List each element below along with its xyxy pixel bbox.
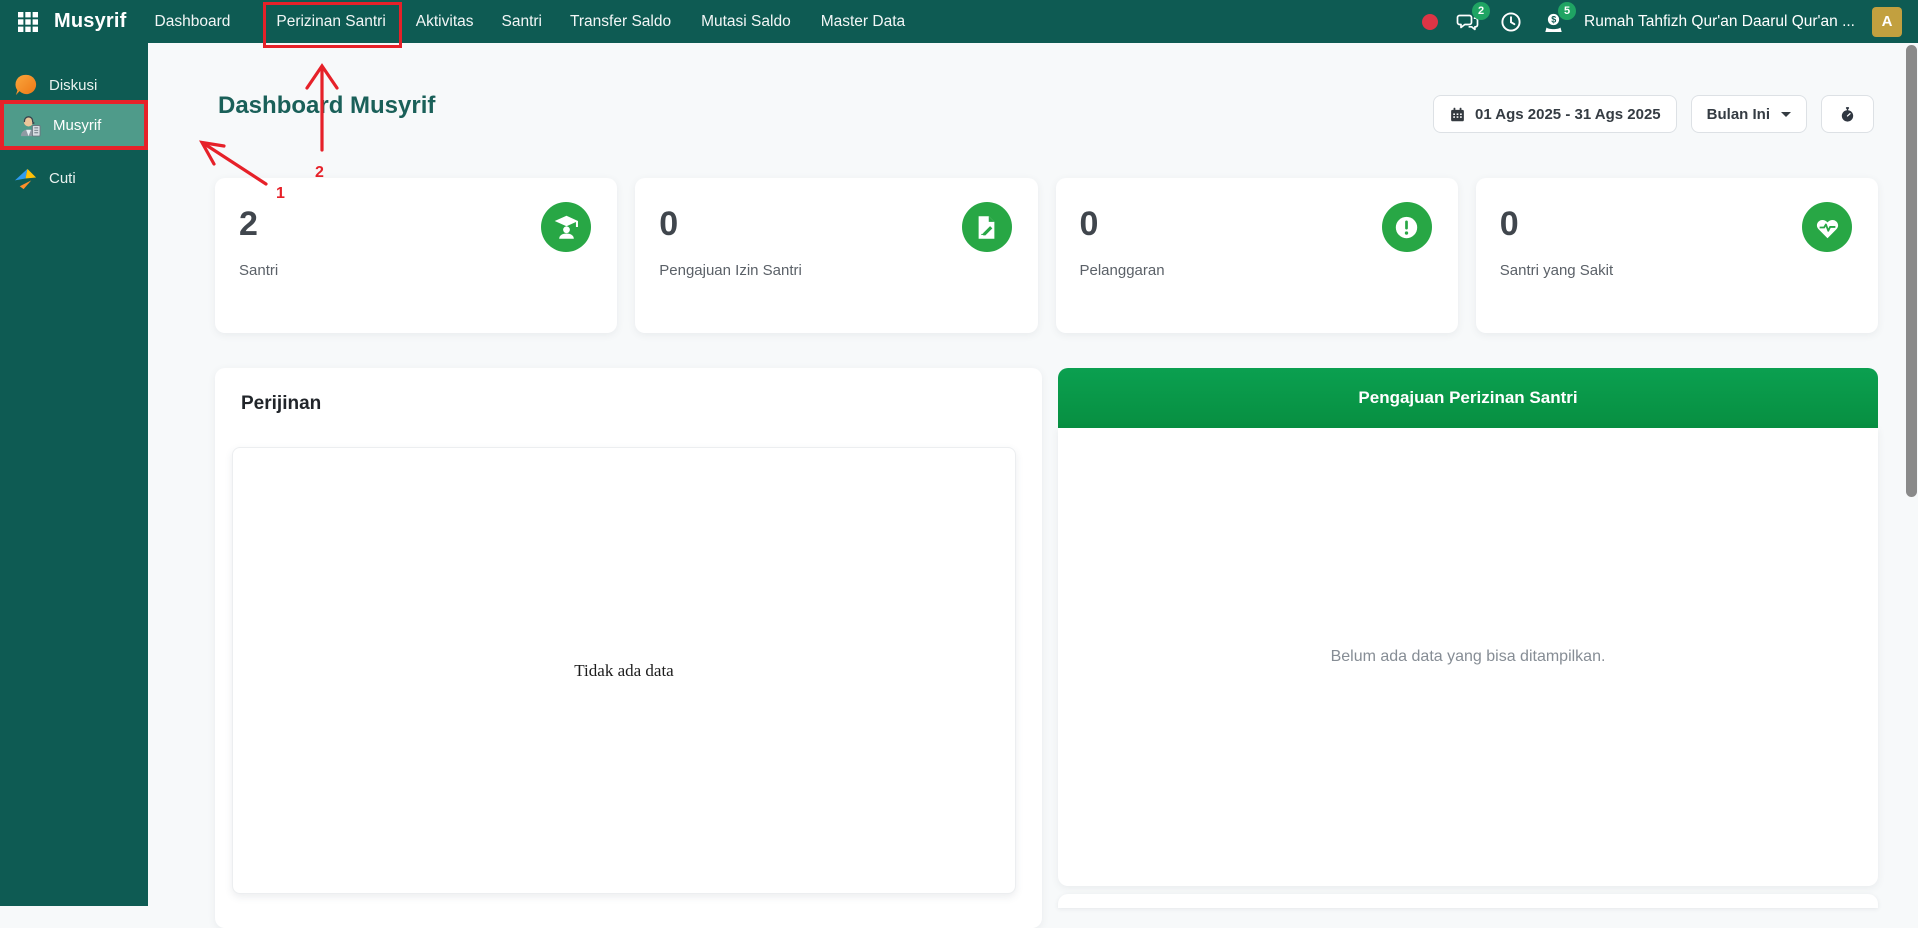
clock-icon	[1499, 10, 1523, 34]
period-dropdown[interactable]: Bulan Ini	[1691, 95, 1807, 133]
graduate-icon	[541, 202, 591, 252]
sidebar: Diskusi Musyrif Cuti	[0, 43, 148, 906]
musyrif-icon	[17, 113, 42, 138]
nav-item-perizinan-santri-label: Perizinan Santri	[276, 13, 385, 30]
stopwatch-icon	[1839, 106, 1856, 123]
apps-grid-icon[interactable]	[18, 12, 38, 32]
stat-card-santri-sakit: 0 Santri yang Sakit	[1476, 178, 1878, 333]
stats-row: 2 Santri 0 Pengajuan Izin Santri 0 Pelan…	[215, 178, 1878, 333]
nav-item-dashboard[interactable]: Dashboard	[155, 13, 231, 31]
pengajuan-panel: Pengajuan Perizinan Santri Belum ada dat…	[1058, 368, 1878, 886]
stat-value: 0	[1500, 206, 1854, 243]
status-red-dot-indicator[interactable]	[1422, 14, 1438, 30]
stat-label: Pelanggaran	[1080, 262, 1434, 279]
nav-item-mutasi-saldo[interactable]: Mutasi Saldo	[701, 13, 791, 31]
stat-value: 2	[239, 206, 593, 243]
pengajuan-panel-body: Belum ada data yang bisa ditampilkan.	[1058, 428, 1878, 886]
page-title: Dashboard Musyrif	[218, 92, 435, 120]
nav-item-aktivitas[interactable]: Aktivitas	[416, 13, 474, 31]
period-label: Bulan Ini	[1707, 106, 1770, 123]
date-range-label: 01 Ags 2025 - 31 Ags 2025	[1475, 106, 1661, 123]
chat-badge: 2	[1472, 2, 1490, 20]
health-icon	[1802, 202, 1852, 252]
brand-title[interactable]: Musyrif	[54, 10, 127, 33]
permit-icon	[962, 202, 1012, 252]
chevron-down-icon	[1781, 112, 1791, 117]
sidebar-item-musyrif-label: Musyrif	[53, 117, 101, 134]
pengajuan-empty-text: Belum ada data yang bisa ditampilkan.	[1331, 648, 1606, 666]
sidebar-item-musyrif[interactable]: Musyrif	[0, 100, 148, 150]
realtime-button[interactable]	[1821, 95, 1874, 133]
navbar-right-cluster: 2 $ 5 Rumah Tahfizh Qur'an Daarul Qur'an…	[1422, 7, 1902, 37]
vertical-scrollbar-thumb[interactable]	[1906, 45, 1917, 497]
calendar-icon	[1449, 106, 1466, 123]
stat-label: Santri	[239, 262, 593, 279]
nav-item-perizinan-santri[interactable]: Perizinan Santri	[276, 13, 385, 31]
perijinan-chart-area: Tidak ada data	[232, 447, 1016, 894]
stat-value: 0	[659, 206, 1013, 243]
annotation-arrowhead-1	[202, 143, 224, 165]
nav-item-master-data[interactable]: Master Data	[821, 13, 905, 31]
top-navbar: Musyrif Dashboard Perizinan Santri Aktiv…	[0, 0, 1918, 43]
perijinan-panel: Perijinan Tidak ada data	[215, 368, 1042, 928]
avatar[interactable]: A	[1872, 7, 1902, 37]
cuti-icon	[13, 166, 38, 191]
donation-badge: 5	[1558, 2, 1576, 20]
violation-icon	[1382, 202, 1432, 252]
perijinan-empty-text: Tidak ada data	[574, 661, 673, 681]
sidebar-item-cuti-label: Cuti	[49, 170, 76, 187]
stat-card-pengajuan-izin: 0 Pengajuan Izin Santri	[635, 178, 1037, 333]
account-name[interactable]: Rumah Tahfizh Qur'an Daarul Qur'an ...	[1584, 13, 1855, 31]
stat-card-pelanggaran: 0 Pelanggaran	[1056, 178, 1458, 333]
nav-item-transfer-saldo[interactable]: Transfer Saldo	[570, 13, 671, 31]
diskusi-icon	[13, 73, 38, 98]
stat-label: Pengajuan Izin Santri	[659, 262, 1013, 279]
header-controls: 01 Ags 2025 - 31 Ags 2025 Bulan Ini	[1433, 95, 1874, 133]
sidebar-item-diskusi[interactable]: Diskusi	[0, 65, 148, 105]
perijinan-panel-title: Perijinan	[215, 368, 1042, 415]
annotation-arrowhead-2	[307, 66, 337, 88]
nav-links: Dashboard Perizinan Santri Aktivitas San…	[127, 13, 906, 31]
pengajuan-panel-header: Pengajuan Perizinan Santri	[1058, 368, 1878, 428]
nav-item-santri[interactable]: Santri	[502, 13, 543, 31]
donation-notifications-button[interactable]: $ 5	[1541, 9, 1567, 35]
chat-notifications-button[interactable]: 2	[1455, 9, 1481, 35]
stat-label: Santri yang Sakit	[1500, 262, 1854, 279]
stat-card-santri: 2 Santri	[215, 178, 617, 333]
history-clock-button[interactable]	[1498, 9, 1524, 35]
sidebar-item-cuti[interactable]: Cuti	[0, 158, 148, 198]
sidebar-item-diskusi-label: Diskusi	[49, 77, 97, 94]
date-range-button[interactable]: 01 Ags 2025 - 31 Ags 2025	[1433, 95, 1677, 133]
stat-value: 0	[1080, 206, 1434, 243]
svg-text:$: $	[1551, 14, 1556, 24]
